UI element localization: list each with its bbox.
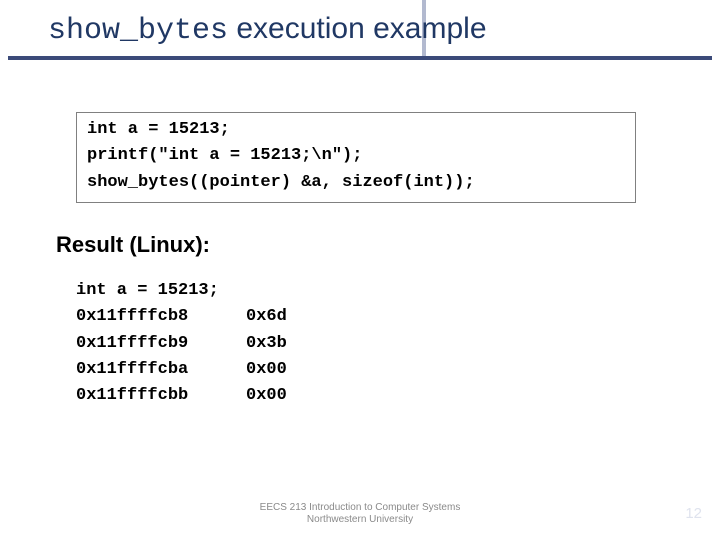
code-line-1: int a = 15213; (87, 117, 625, 143)
output-row: 0x11ffffcba0x00 (76, 357, 287, 383)
title-suffix: execution example (228, 12, 487, 45)
output-addr: 0x11ffffcb9 (76, 331, 246, 357)
output-val: 0x6d (246, 304, 287, 330)
title-code-prefix: show_bytes (48, 14, 228, 48)
footer: EECS 213 Introduction to Computer System… (0, 502, 720, 526)
output-addr: 0x11ffffcb8 (76, 304, 246, 330)
code-line-3: show_bytes((pointer) &a, sizeof(int)); (87, 170, 625, 196)
output-row: 0x11ffffcb90x3b (76, 331, 287, 357)
output-row: 0x11ffffcbb0x00 (76, 383, 287, 409)
output-row: 0x11ffffcb80x6d (76, 304, 287, 330)
slide-title: show_bytes execution example (48, 12, 672, 48)
output-addr: 0x11ffffcbb (76, 383, 246, 409)
output-addr: 0x11ffffcba (76, 357, 246, 383)
page-number: 12 (685, 505, 702, 522)
output-block: int a = 15213; 0x11ffffcb80x6d 0x11ffffc… (76, 278, 287, 410)
code-line-2: printf("int a = 15213;\n"); (87, 143, 625, 169)
code-box: int a = 15213; printf("int a = 15213;\n"… (76, 112, 636, 203)
output-val: 0x3b (246, 331, 287, 357)
title-wrap: show_bytes execution example (48, 12, 672, 48)
footer-line-1: EECS 213 Introduction to Computer System… (0, 502, 720, 514)
result-label: Result (Linux): (56, 232, 210, 258)
footer-line-2: Northwestern University (0, 514, 720, 526)
title-underline (8, 56, 712, 60)
slide: show_bytes execution example int a = 152… (0, 0, 720, 540)
output-header: int a = 15213; (76, 278, 287, 304)
output-val: 0x00 (246, 383, 287, 409)
output-val: 0x00 (246, 357, 287, 383)
